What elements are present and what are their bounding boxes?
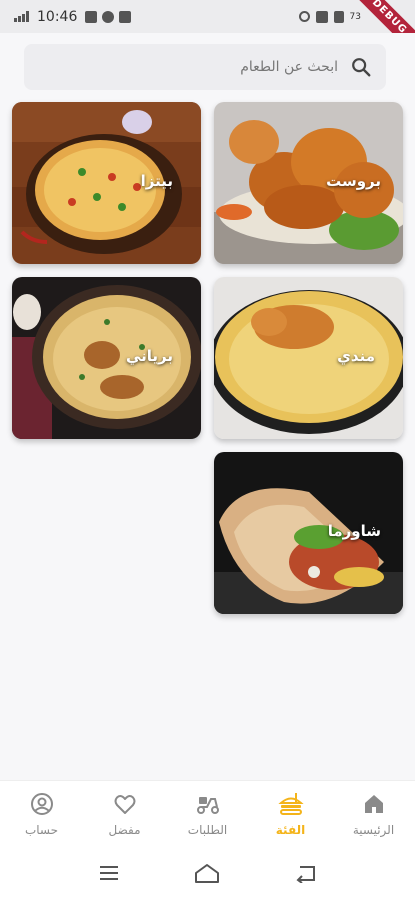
location-icon [298, 11, 310, 22]
bottom-navigation: الرئيسية الفئة الطلبات مفضل حساب [0, 780, 415, 846]
delivery-scooter-icon [195, 791, 221, 817]
status-time: 10:46 [37, 8, 78, 25]
category-card-broast[interactable]: بروست [214, 102, 403, 264]
nav-item-favorites[interactable]: مفضل [85, 791, 165, 837]
category-card-biryani[interactable]: برياني [12, 277, 201, 439]
nav-item-home[interactable]: الرئيسية [334, 791, 414, 837]
nav-item-category[interactable]: الفئة [251, 791, 331, 837]
nav-label: حساب [24, 822, 59, 837]
messenger-icon [102, 10, 115, 23]
category-label: مندي [337, 347, 375, 365]
back-icon[interactable] [286, 858, 326, 888]
category-burger-icon [277, 791, 304, 817]
status-left: 10:46 [14, 8, 132, 25]
heart-icon [112, 791, 138, 817]
status-bar: 10:46 73 DEBUG [0, 0, 415, 33]
nav-label: الطلبات [187, 822, 228, 837]
wifi-icon [333, 10, 344, 23]
category-label: بيتزا [140, 172, 173, 190]
nav-item-orders[interactable]: الطلبات [168, 791, 248, 837]
recents-menu-icon[interactable] [89, 858, 129, 888]
alarm-icon [315, 10, 328, 23]
home-icon [361, 791, 387, 817]
search-input[interactable] [78, 59, 338, 75]
category-label: شاورما [327, 522, 381, 540]
mail-icon [85, 10, 98, 23]
system-home-icon[interactable] [187, 858, 227, 888]
category-label: بروست [326, 172, 381, 190]
search-bar[interactable] [24, 44, 386, 90]
facebook-icon [119, 10, 132, 23]
category-card-pizza[interactable]: بيتزا [12, 102, 201, 264]
signal-icon [14, 11, 29, 22]
nav-label: الرئيسية [352, 822, 395, 837]
nav-label: مفضل [108, 822, 141, 837]
category-card-mandi[interactable]: مندي [214, 277, 403, 439]
search-icon[interactable] [350, 56, 372, 78]
category-label: برياني [125, 347, 173, 365]
nav-label: الفئة [275, 822, 306, 837]
category-card-shawarma[interactable]: شاورما [214, 452, 403, 614]
battery-level: 73 [349, 11, 361, 22]
system-navigation-bar [0, 846, 415, 900]
nav-item-account[interactable]: حساب [2, 791, 82, 837]
account-icon [29, 791, 55, 817]
